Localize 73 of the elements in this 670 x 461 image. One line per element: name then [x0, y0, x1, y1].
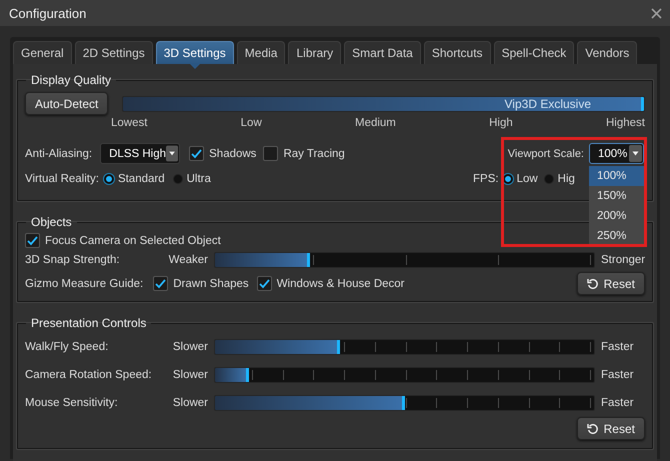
window-title: Configuration — [9, 6, 86, 20]
scale-label: High — [489, 117, 513, 129]
scale-label: Lowest — [111, 117, 148, 129]
caret-icon — [629, 145, 642, 162]
slider-min-label: Slower — [172, 397, 208, 409]
close-icon[interactable] — [651, 8, 662, 18]
tab[interactable]: Vendors — [577, 41, 638, 64]
radio-button[interactable] — [104, 174, 114, 184]
tab[interactable]: General — [13, 41, 72, 64]
slider-track[interactable] — [214, 252, 595, 268]
checkbox[interactable] — [263, 146, 278, 161]
dropdown-option[interactable]: 250% — [589, 226, 644, 246]
tab[interactable]: Spell-Check — [494, 41, 574, 64]
radio-label: Standard — [118, 173, 165, 185]
slider-max-label: Stronger — [601, 254, 645, 266]
slider-max-label: Faster — [601, 341, 635, 353]
dropdown-option[interactable]: 200% — [589, 206, 644, 226]
field-label: Virtual Reality: — [25, 173, 99, 185]
reset-icon — [586, 278, 599, 290]
checkbox[interactable] — [256, 276, 272, 291]
slider-label: Mouse Sensitivity: — [25, 397, 119, 409]
auto-detect-button[interactable]: Auto-Detect — [25, 92, 108, 115]
checkbox-label: Drawn Shapes — [173, 278, 249, 290]
scale-label: Low — [240, 117, 262, 129]
slider-min-label: Slower — [172, 341, 208, 353]
checkbox-label: Focus Camera on Selected Object — [45, 234, 221, 246]
radio-label: Hig — [558, 173, 575, 185]
tab[interactable]: 2D Settings — [74, 41, 153, 64]
tab[interactable]: Smart Data — [344, 41, 421, 64]
slider-max-label: Faster — [601, 397, 635, 409]
slider-track[interactable] — [214, 367, 595, 383]
radio-button[interactable] — [544, 174, 554, 184]
checkbox[interactable] — [153, 276, 168, 291]
checkbox-label: Shadows — [209, 148, 256, 160]
reset-button[interactable]: Reset — [576, 417, 645, 440]
group-title: Objects — [30, 215, 73, 229]
caret-icon — [166, 145, 178, 162]
scale-label: Highest — [606, 117, 645, 129]
checkbox-label: Windows & House Decor — [276, 278, 405, 290]
slider-track[interactable] — [214, 395, 595, 411]
slider-min-label: Weaker — [168, 254, 208, 266]
field-label: Gizmo Measure Guide: — [25, 278, 144, 290]
group-title: Display Quality — [30, 73, 112, 87]
radio-label: Low — [516, 173, 538, 185]
slider-min-label: Slower — [172, 369, 208, 381]
radio-button[interactable] — [172, 174, 183, 184]
field-label: Anti-Aliasing: — [25, 148, 92, 160]
slider-label: Camera Rotation Speed: — [25, 369, 153, 381]
radio-label: Ultra — [186, 173, 211, 185]
slider-label: Walk/Fly Speed: — [25, 341, 110, 353]
tab[interactable]: Media — [236, 41, 286, 64]
tab[interactable]: 3D Settings — [156, 41, 234, 64]
tab[interactable]: Shortcuts — [424, 41, 491, 64]
checkbox-label: Ray Tracing — [283, 148, 345, 160]
checkbox[interactable] — [189, 146, 204, 161]
slider-label: 3D Snap Strength: — [25, 254, 121, 266]
dropdown-option[interactable]: 150% — [589, 186, 644, 206]
checkbox[interactable] — [25, 233, 40, 248]
slider-max-label: Faster — [601, 369, 635, 381]
group-title: Presentation Controls — [30, 316, 148, 330]
slider-caption: Vip3D Exclusive — [504, 96, 592, 110]
tab-pointer-icon — [190, 64, 200, 69]
slider-track[interactable] — [214, 339, 595, 355]
field-label: FPS: — [473, 173, 499, 185]
field-label: Viewport Scale: — [508, 148, 584, 160]
slider-track[interactable]: Vip3D Exclusive — [122, 96, 645, 112]
dropdown[interactable]: DLSS High — [100, 143, 180, 164]
scale-label: Medium — [354, 117, 396, 129]
dropdown[interactable]: 100% — [589, 143, 644, 164]
tab[interactable]: Library — [288, 41, 342, 64]
reset-icon — [586, 422, 599, 434]
dropdown-option[interactable]: 100% — [589, 166, 644, 186]
reset-button[interactable]: Reset — [576, 272, 645, 295]
